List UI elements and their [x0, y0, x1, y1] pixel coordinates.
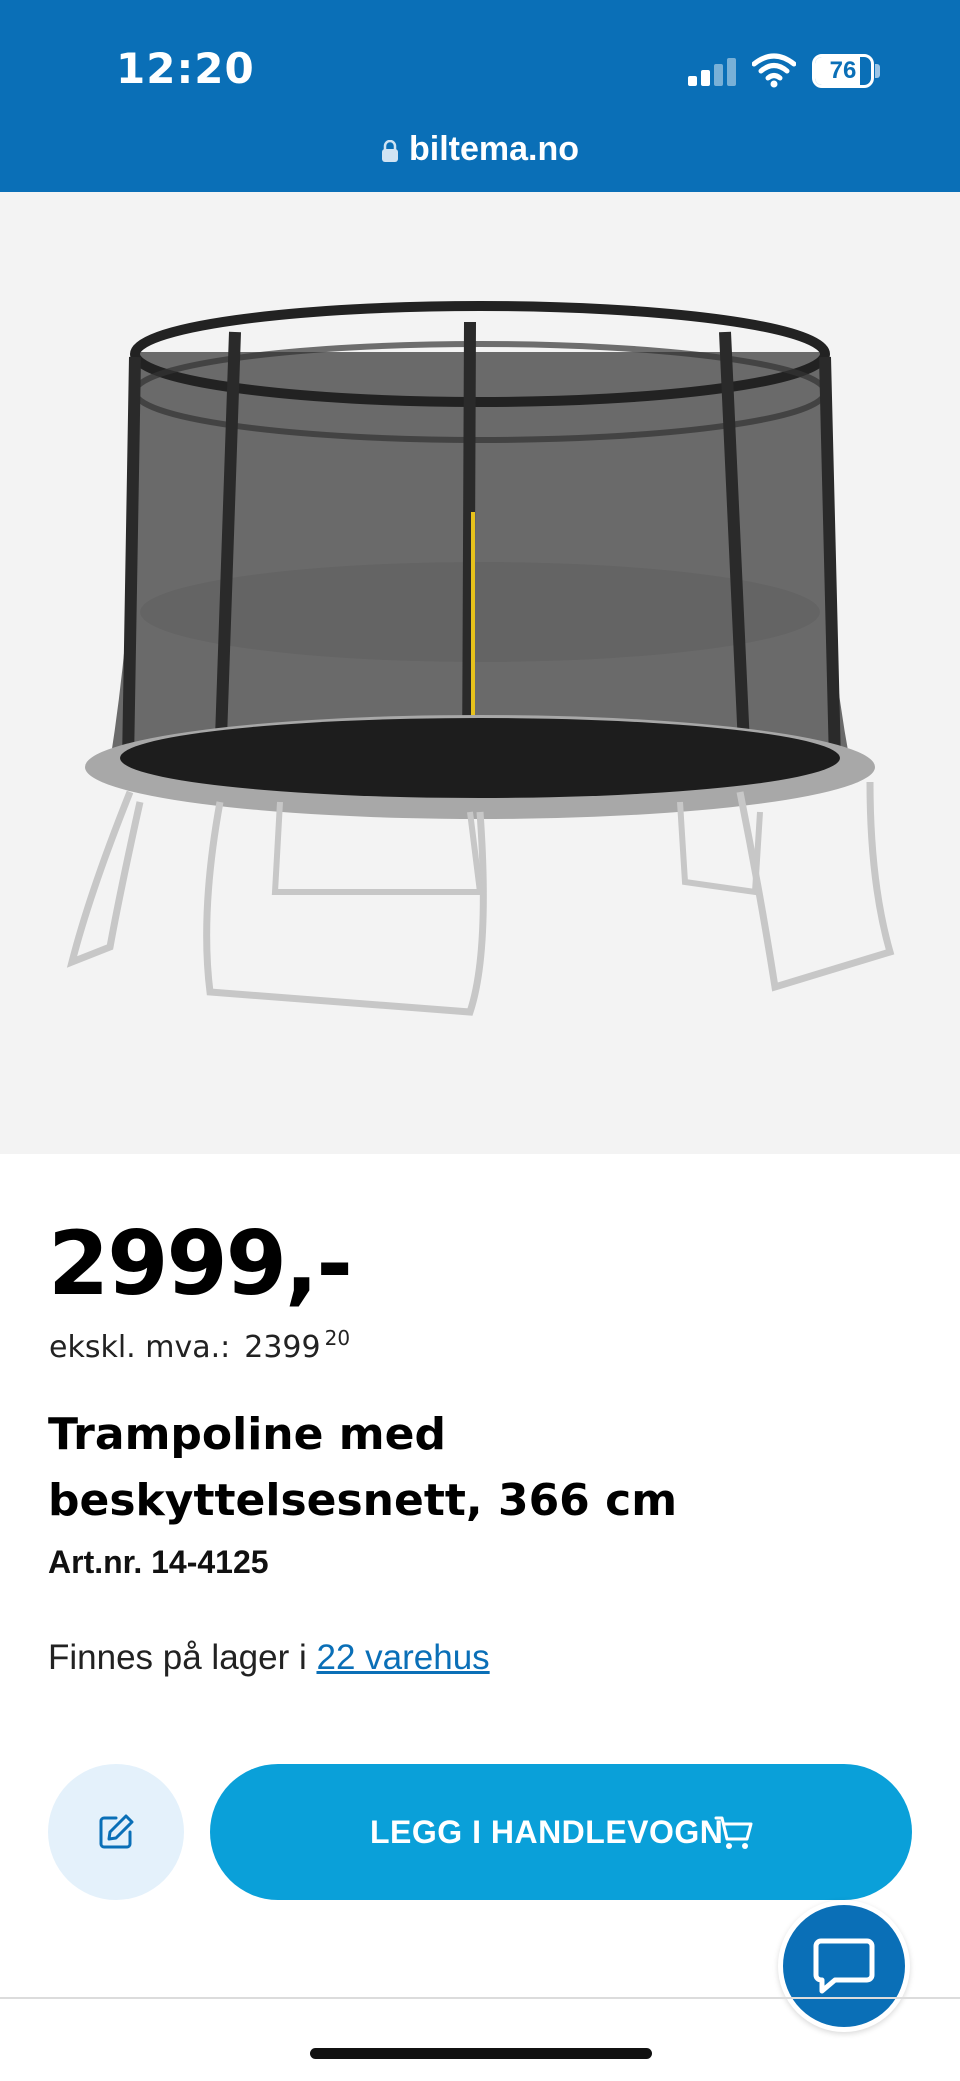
product-price: 2999,-: [48, 1212, 353, 1315]
edit-icon: [99, 1814, 134, 1849]
product-title: Trampoline med beskyttelsesnett, 366 cm: [48, 1409, 678, 1526]
battery-icon: 76: [812, 54, 874, 88]
status-time: 12:20: [116, 44, 255, 93]
lock-icon: [381, 140, 398, 162]
home-indicator[interactable]: [310, 2048, 652, 2059]
add-to-cart-label: LEGG I HANDLEVOGN: [370, 1814, 724, 1850]
ex-vat-value: 2399: [244, 1330, 321, 1365]
product-image[interactable]: [0, 192, 960, 1154]
stock-warehouses-link[interactable]: 22 varehus: [316, 1638, 489, 1677]
article-number: Art.nr. 14-4125: [48, 1544, 269, 1580]
ex-vat-cents: 20: [324, 1326, 351, 1350]
price-ex-vat: ekskl. mva.: 2399 20: [49, 1326, 350, 1365]
stock-prefix: Finnes på lager i: [48, 1638, 317, 1677]
battery-level: 76: [829, 57, 857, 84]
ex-vat-label: ekskl. mva.:: [49, 1330, 231, 1365]
trampoline-image: [66, 301, 895, 1016]
wifi-icon: [752, 53, 796, 88]
add-to-cart-button[interactable]: LEGG I HANDLEVOGN: [210, 1764, 912, 1900]
browser-header: 12:20 76 biltema.no: [0, 0, 960, 192]
cart-icon: [714, 1816, 753, 1849]
url-bar[interactable]: biltema.no: [0, 130, 960, 169]
signal-icon: [688, 56, 736, 86]
chat-icon: [813, 1938, 875, 1994]
section-divider: [0, 1997, 960, 1999]
edit-button[interactable]: [48, 1764, 184, 1900]
stock-status: Finnes på lager i 22 varehus: [48, 1638, 490, 1678]
url-text: biltema.no: [408, 130, 580, 168]
chat-button[interactable]: [778, 1900, 910, 2032]
